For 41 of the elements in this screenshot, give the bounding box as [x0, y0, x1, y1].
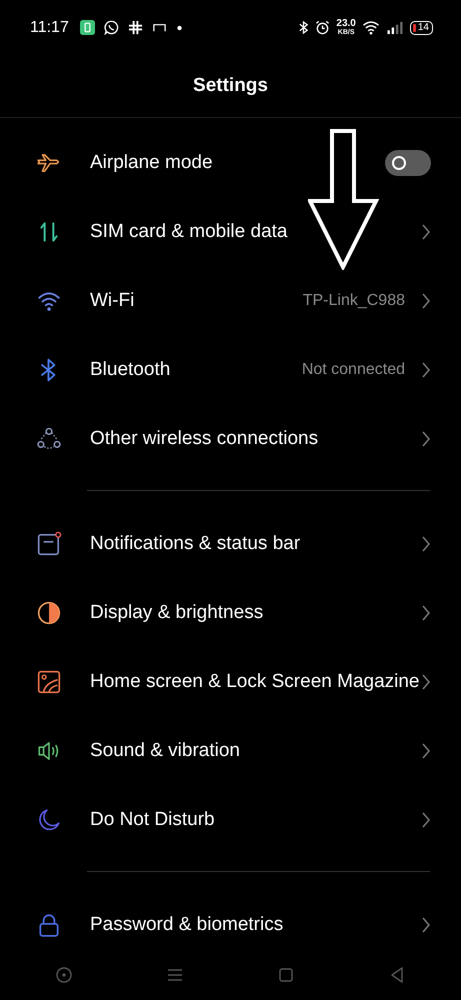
toggle-switch[interactable] — [385, 150, 431, 176]
chat-bubble-icon — [104, 20, 119, 35]
settings-item[interactable]: Sound & vibration — [0, 716, 461, 785]
chevron-right-icon — [421, 292, 431, 310]
alarm-clock-icon — [315, 20, 330, 35]
settings-item[interactable]: Do Not Disturb — [0, 785, 461, 854]
wifi-signal-icon — [362, 20, 380, 35]
clock-time: 11:17 — [30, 18, 69, 36]
wallpaper-icon — [36, 668, 62, 694]
chevron-right-icon — [421, 604, 431, 622]
settings-item[interactable]: Notifications & status bar — [0, 509, 461, 578]
chevron-right-icon — [421, 430, 431, 448]
home-circle-icon[interactable] — [54, 965, 74, 985]
settings-item[interactable]: Password & biometrics — [0, 890, 461, 959]
chevron-right-icon — [421, 742, 431, 760]
chevron-right-icon — [421, 222, 431, 240]
connected-nodes-icon — [36, 426, 62, 452]
battery-level: 14 — [410, 20, 433, 34]
network-speed: 23.0 — [336, 19, 356, 29]
settings-item[interactable]: Display & brightness — [0, 578, 461, 647]
notification-panel-icon — [36, 530, 62, 556]
setting-value: TP-Link_C988 — [302, 292, 405, 310]
moon-icon — [36, 806, 62, 832]
chevron-right-icon — [421, 672, 431, 690]
cell-signal-icon — [386, 20, 404, 35]
settings-item[interactable]: Other wireless connections — [0, 404, 461, 473]
hash-icon — [128, 20, 143, 35]
chevron-right-icon — [421, 360, 431, 378]
chevron-right-icon — [421, 810, 431, 828]
settings-item[interactable]: SIM card & mobile data — [0, 197, 461, 266]
half-circle-icon — [36, 600, 62, 626]
chevron-right-icon — [421, 534, 431, 552]
settings-item[interactable]: Bluetooth Not connected — [0, 335, 461, 404]
battery-app-icon — [80, 20, 95, 35]
settings-item[interactable]: Airplane mode — [0, 128, 461, 197]
settings-item[interactable]: Wi-Fi TP-Link_C988 — [0, 266, 461, 335]
settings-item[interactable]: Home screen & Lock Screen Magazine — [0, 647, 461, 716]
setting-value: Not connected — [302, 360, 405, 378]
screen-title: Settings — [0, 55, 461, 118]
chevron-right-icon — [421, 916, 431, 934]
bluetooth-icon — [298, 20, 310, 35]
